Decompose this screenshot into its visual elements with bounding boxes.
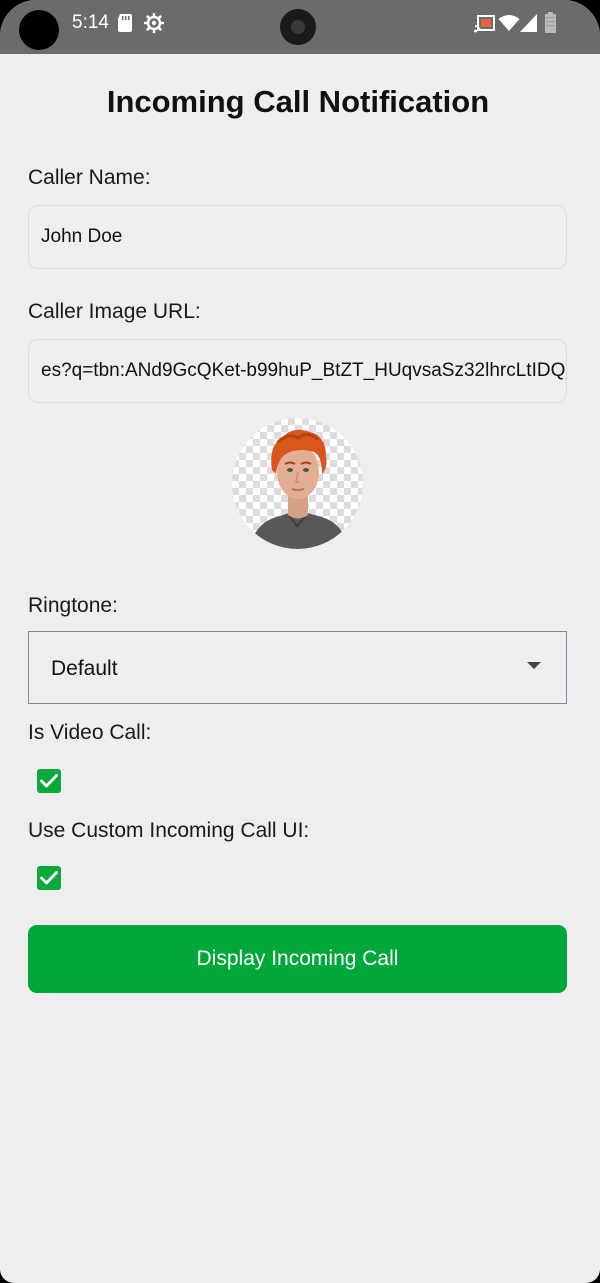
settings-gear-icon [144, 13, 164, 33]
caller-name-label: Caller Name: [28, 166, 151, 189]
front-camera [280, 9, 316, 45]
ringtone-select[interactable]: Default [28, 631, 567, 704]
caller-image-url-label: Caller Image URL: [28, 300, 201, 323]
caller-avatar [232, 418, 363, 549]
status-bar: 5:14 [0, 0, 600, 54]
custom-ui-checkbox[interactable] [37, 866, 61, 890]
display-incoming-call-button[interactable]: Display Incoming Call [28, 925, 567, 993]
caller-image-url-value: es?q=tbn:ANd9GcQKet-b99huP_BtZT_HUqvsaSz… [41, 360, 567, 381]
page-title: Incoming Call Notification [106, 84, 490, 119]
camera-cutout [19, 10, 59, 50]
ringtone-selected-value: Default [51, 657, 118, 680]
caller-image-url-input[interactable]: es?q=tbn:ANd9GcQKet-b99huP_BtZT_HUqvsaSz… [28, 339, 567, 403]
checkmark-icon [40, 774, 58, 788]
wifi-icon [498, 15, 520, 31]
phone-screen: 5:14 Incoming Call Notification Caller N… [0, 0, 600, 1283]
status-time: 5:14 [72, 12, 109, 33]
ringtone-label: Ringtone: [28, 594, 118, 617]
caller-name-value: John Doe [41, 226, 123, 247]
chevron-down-icon [527, 662, 541, 669]
video-call-label: Is Video Call: [28, 721, 152, 744]
battery-icon [545, 12, 556, 33]
caller-name-input[interactable]: John Doe [28, 205, 567, 269]
cast-icon [474, 15, 495, 33]
custom-ui-label: Use Custom Incoming Call UI: [28, 819, 310, 842]
sd-card-icon [118, 14, 132, 32]
checkmark-icon [40, 871, 58, 885]
cell-signal-icon [520, 14, 537, 32]
video-call-checkbox[interactable] [37, 769, 61, 793]
